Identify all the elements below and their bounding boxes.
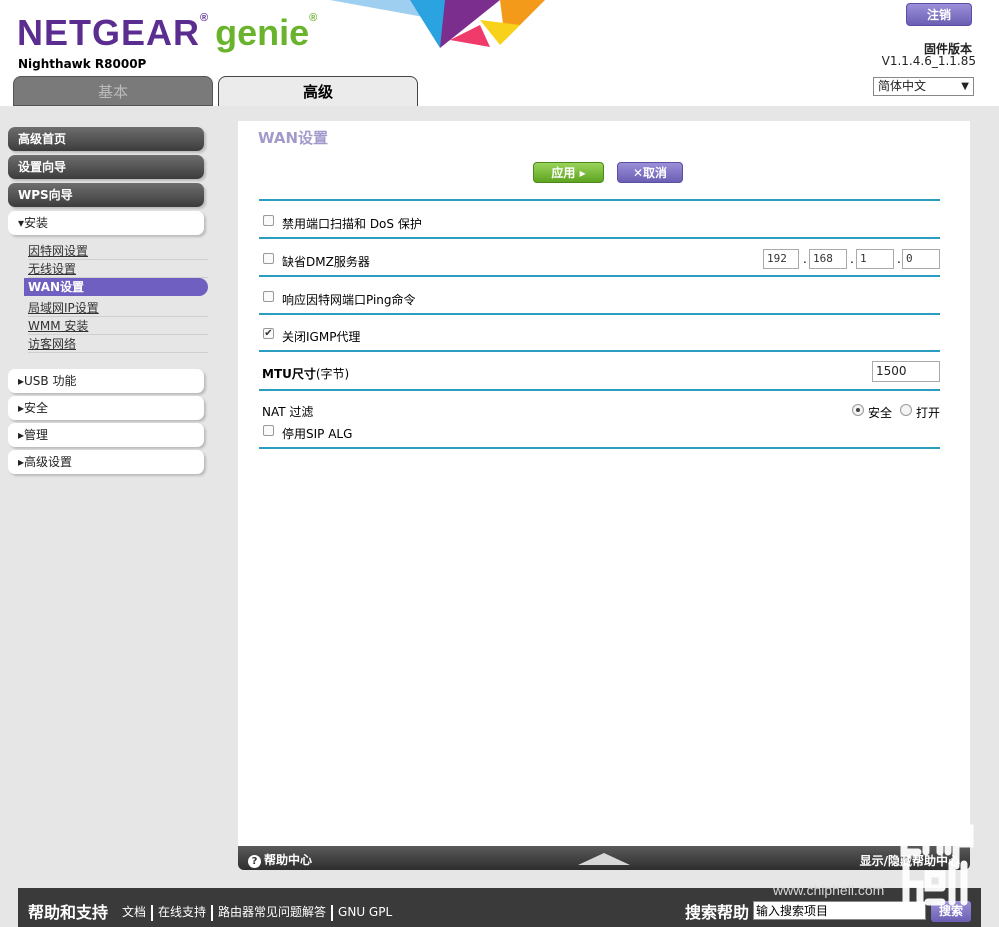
expand-up-icon[interactable] <box>578 853 630 865</box>
chiphell-watermark-icon <box>900 812 974 906</box>
sidebar-subitem-wmm-setup[interactable]: WMM 安装 <box>28 317 208 335</box>
divider <box>259 447 940 449</box>
disable-sip-alg-label: 停用SIP ALG <box>282 427 353 441</box>
help-support-title: 帮助和支持 <box>28 903 109 922</box>
sidebar-subitem-wireless-setup[interactable]: 无线设置 <box>28 260 208 278</box>
nat-secure-radio[interactable] <box>852 404 864 416</box>
mtu-label: MTU尺寸(字节) <box>262 367 350 381</box>
divider <box>259 199 940 201</box>
disable-portscan-checkbox[interactable] <box>263 215 274 226</box>
help-icon: ? <box>248 855 261 868</box>
header: NETGEAR® genie® Nighthawk R8000P 注销 固件版本 … <box>0 0 999 106</box>
dmz-ip-octet-2[interactable]: 168 <box>809 249 847 269</box>
panel-footer: ? 帮助中心 显示/隐藏帮助中心 <box>238 846 970 870</box>
logo-genie-text: genie <box>215 12 310 53</box>
ping-response-label: 响应因特网端口Ping命令 <box>282 293 416 307</box>
wan-settings-panel: WAN设置 应用 ▸ ✕取消 禁用端口扫描和 DoS 保护 缺省DMZ服务器 1… <box>238 121 970 846</box>
dmz-ip-octet-1[interactable]: 192 <box>763 249 799 269</box>
default-dmz-label: 缺省DMZ服务器 <box>282 255 370 269</box>
link-gnu-gpl[interactable]: GNU GPL <box>338 905 392 919</box>
link-online-support[interactable]: 在线支持 <box>158 905 206 919</box>
disable-sip-alg-checkbox[interactable] <box>263 425 274 436</box>
disable-portscan-label: 禁用端口扫描和 DoS 保护 <box>282 217 422 231</box>
support-links: 文档 在线支持 路由器常见问题解答 GNU GPL <box>122 903 392 921</box>
sidebar-subitem-guest-network[interactable]: 访客网络 <box>28 335 208 353</box>
nat-secure-label: 安全 <box>868 406 893 420</box>
tab-advanced[interactable]: 高级 <box>218 76 418 106</box>
dropdown-arrow-icon: ▼ <box>961 81 969 92</box>
sidebar-item-wps-wizard[interactable]: WPS向导 <box>8 183 204 207</box>
apply-button[interactable]: 应用 ▸ <box>533 162 604 183</box>
divider <box>259 350 940 352</box>
sidebar-item-advanced-home[interactable]: 高级首页 <box>8 127 204 151</box>
nat-open-label: 打开 <box>916 406 941 420</box>
help-center-link[interactable]: ? 帮助中心 <box>248 851 312 868</box>
tab-basic[interactable]: 基本 <box>13 76 213 106</box>
router-model: Nighthawk R8000P <box>18 57 147 71</box>
link-documentation[interactable]: 文档 <box>122 905 146 919</box>
nat-open-radio[interactable] <box>900 404 912 416</box>
page-title: WAN设置 <box>258 129 329 147</box>
link-router-faq[interactable]: 路由器常见问题解答 <box>218 905 326 919</box>
sidebar-subitem-wan-setup[interactable]: WAN设置 <box>24 278 208 296</box>
nat-filter-label: NAT 过滤 <box>262 405 314 419</box>
language-select[interactable]: 简体中文 ▼ <box>873 77 974 96</box>
divider <box>259 389 940 391</box>
ping-response-checkbox[interactable] <box>263 291 274 302</box>
disable-igmp-label: 关闭IGMP代理 <box>282 330 361 344</box>
divider <box>259 275 940 277</box>
default-dmz-checkbox[interactable] <box>263 253 274 264</box>
cancel-button[interactable]: ✕取消 <box>617 162 683 183</box>
sidebar-item-advanced-settings[interactable]: ▸高级设置 <box>8 450 204 474</box>
sidebar-subitem-lan-ip-setup[interactable]: 局域网IP设置 <box>28 299 208 317</box>
search-help-label: 搜索帮助 <box>685 903 750 922</box>
sidebar-item-security[interactable]: ▸安全 <box>8 396 204 420</box>
disable-igmp-checkbox[interactable]: ✔ <box>263 328 274 339</box>
sidebar-subitem-internet-setup[interactable]: 因特网设置 <box>28 242 208 260</box>
logout-button[interactable]: 注销 <box>906 3 972 26</box>
sidebar-item-setup-wizard[interactable]: 设置向导 <box>8 155 204 179</box>
divider <box>259 237 940 239</box>
netgear-genie-logo: NETGEAR® genie® <box>17 12 319 53</box>
sidebar-item-setup[interactable]: ▾安装 <box>8 211 204 235</box>
mtu-input[interactable]: 1500 <box>872 361 940 382</box>
sidebar-item-usb[interactable]: ▸USB 功能 <box>8 369 204 393</box>
divider <box>259 313 940 315</box>
watermark-url: www.chiphell.com <box>773 882 885 898</box>
logo-netgear-text: NETGEAR <box>17 12 201 53</box>
dmz-ip-octet-4[interactable]: 0 <box>902 249 940 269</box>
dmz-ip-octet-3[interactable]: 1 <box>856 249 894 269</box>
firmware-version: V1.1.4.6_1.1.85 <box>881 54 976 68</box>
sidebar-item-management[interactable]: ▸管理 <box>8 423 204 447</box>
decorative-triangles-icon <box>330 0 545 48</box>
